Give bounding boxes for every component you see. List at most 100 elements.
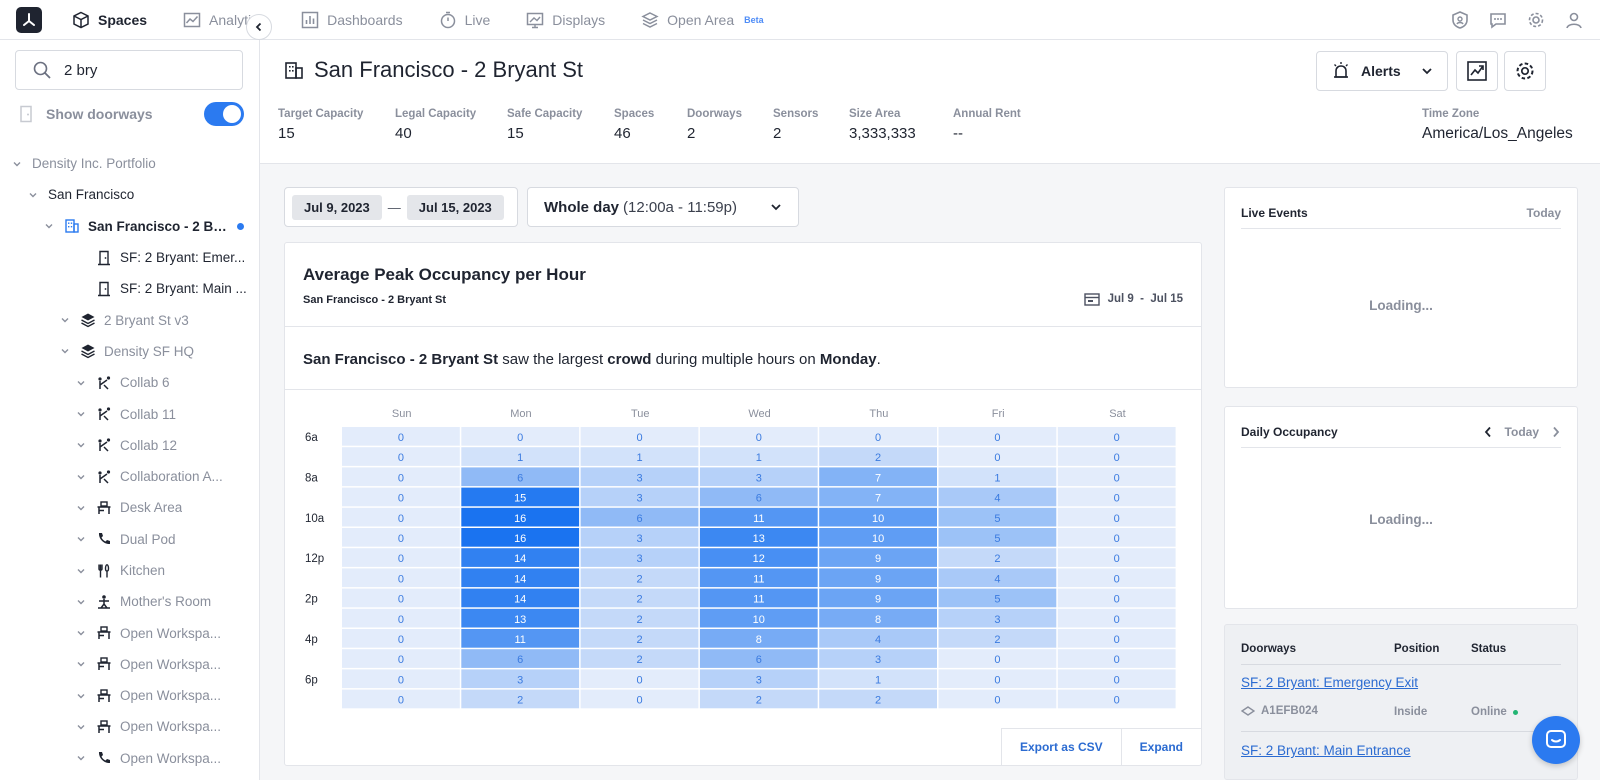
tree-item[interactable]: Open Workspa... [0, 617, 259, 648]
heatmap-value: 0 [398, 432, 404, 444]
expand-button[interactable]: Expand [1120, 729, 1201, 765]
nav-spaces[interactable]: Spaces [72, 0, 147, 40]
heatmap-value: 0 [1114, 452, 1120, 464]
alerts-label: Alerts [1361, 63, 1401, 79]
heatmap-value: 0 [875, 432, 881, 444]
heatmap-value: 0 [994, 654, 1000, 666]
chevron-down-icon[interactable] [60, 346, 70, 356]
chevron-down-icon[interactable] [76, 409, 86, 419]
layers-icon [641, 11, 659, 28]
stat-label: Sensors [773, 108, 819, 120]
heatmap-value: 2 [636, 634, 642, 646]
date-range-picker[interactable]: Jul 9, 2023 — Jul 15, 2023 [284, 187, 518, 227]
heatmap-value: 0 [1114, 573, 1120, 585]
chevron-down-icon[interactable] [76, 691, 86, 701]
chevron-down-icon[interactable] [12, 159, 22, 169]
nav-open-area[interactable]: Open Area Beta [641, 0, 764, 40]
tree-item[interactable]: San Francisco [0, 179, 259, 210]
chevron-down-icon[interactable] [76, 378, 86, 388]
tree-item[interactable]: Open Workspa... [0, 680, 259, 711]
tree-item[interactable]: Collab 11 [0, 398, 259, 429]
tree-item[interactable]: Dual Pod [0, 524, 259, 555]
tree-item[interactable]: Collab 12 [0, 430, 259, 461]
end-date[interactable]: Jul 15, 2023 [406, 194, 504, 220]
online-dot [1512, 709, 1518, 715]
person-icon [96, 594, 112, 610]
heatmap-value: 0 [1114, 614, 1120, 626]
time-range-dropdown[interactable]: Whole day (12:00a - 11:59p) [527, 187, 799, 227]
space-settings-button[interactable] [1504, 51, 1546, 91]
chart-image-icon [183, 12, 201, 27]
chat-icon[interactable] [1486, 8, 1510, 32]
desk-icon [96, 500, 112, 516]
tree-item[interactable]: Open Workspa... [0, 649, 259, 680]
gear-icon[interactable] [1524, 8, 1548, 32]
live-events-range[interactable]: Today [1527, 206, 1561, 220]
shield-user-icon[interactable] [1448, 8, 1472, 32]
collapse-sidebar-button[interactable] [246, 14, 272, 40]
nav-live[interactable]: Live [439, 0, 490, 40]
tree-item-label: Open Workspa... [120, 688, 222, 704]
tree-item[interactable]: Density SF HQ [0, 336, 259, 367]
tree-item[interactable]: Open Workspa... [0, 711, 259, 742]
building-icon [285, 62, 303, 79]
chevron-down-icon[interactable] [76, 659, 86, 669]
chart-export-icon [1467, 61, 1487, 81]
chevron-down-icon[interactable] [76, 503, 86, 513]
doorway-link[interactable]: SF: 2 Bryant: Main Entrance [1241, 743, 1411, 758]
heatmap-value: 10 [872, 513, 884, 525]
insight-part-3: . [876, 351, 881, 368]
tree-item[interactable]: 2 Bryant St v3 [0, 304, 259, 335]
search-input[interactable]: 2 bry [15, 50, 243, 90]
tree-item[interactable]: Open Workspa... [0, 743, 259, 774]
chevron-down-icon[interactable] [76, 753, 86, 763]
tree-item[interactable]: Kitchen [0, 555, 259, 586]
bar-chart-icon [301, 11, 319, 28]
alerts-button[interactable]: Alerts [1316, 51, 1448, 91]
card-date-range: Jul 9 - Jul 15 [1083, 292, 1183, 306]
heatmap-value: 1 [517, 452, 523, 464]
export-csv-button[interactable]: Export as CSV [1000, 729, 1121, 765]
chevron-down-icon[interactable] [76, 722, 86, 732]
heatmap-value: 2 [636, 614, 642, 626]
nav-dashboards[interactable]: Dashboards [301, 0, 403, 40]
tree-item[interactable]: SF: 2 Bryant: Main ... [0, 273, 259, 304]
heatmap-value: 0 [398, 674, 404, 686]
heatmap-value: 3 [994, 614, 1000, 626]
support-chat-button[interactable] [1532, 716, 1580, 764]
tree-item[interactable]: San Francisco - 2 Br... [0, 211, 259, 242]
chevron-down-icon[interactable] [76, 597, 86, 607]
user-icon[interactable] [1562, 8, 1586, 32]
chevron-down-icon[interactable] [28, 190, 38, 200]
doorway-link[interactable]: SF: 2 Bryant: Emergency Exit [1241, 675, 1418, 690]
tree-item[interactable]: Collab 6 [0, 367, 259, 398]
tree-item[interactable]: Desk Area [0, 492, 259, 523]
export-chart-button[interactable] [1456, 51, 1498, 91]
chevron-down-icon[interactable] [76, 566, 86, 576]
chevron-down-icon[interactable] [60, 315, 70, 325]
chevron-down-icon[interactable] [76, 440, 86, 450]
chevron-right-icon[interactable] [1551, 426, 1561, 438]
heatmap-value: 0 [398, 573, 404, 585]
chevron-left-icon[interactable] [1483, 426, 1493, 438]
insight-day: Monday [819, 351, 877, 368]
start-date[interactable]: Jul 9, 2023 [292, 194, 382, 220]
tree-item[interactable]: Density Inc. Portfolio [0, 148, 259, 179]
tree-item[interactable]: Mother's Room [0, 586, 259, 617]
heatmap-value: 0 [756, 432, 762, 444]
density-logo[interactable] [16, 6, 42, 33]
tree-item[interactable]: SF: 2 Bryant: Emer... [0, 242, 259, 273]
chevron-down-icon[interactable] [76, 628, 86, 638]
insight-word: crowd [607, 351, 652, 368]
chevron-down-icon[interactable] [44, 221, 54, 231]
heatmap-value: 5 [994, 594, 1000, 606]
show-doorways-toggle[interactable] [204, 102, 244, 126]
nav-displays[interactable]: Displays [526, 0, 605, 40]
tree-item[interactable]: Collaboration A... [0, 461, 259, 492]
stat-annual-rent: Annual Rent -- [953, 108, 1021, 142]
stat-label: Spaces [614, 108, 655, 120]
heatmap-value: 0 [398, 594, 404, 606]
card-footer: Export as CSV Expand [1000, 728, 1201, 765]
chevron-down-icon[interactable] [76, 472, 86, 482]
chevron-down-icon[interactable] [76, 534, 86, 544]
